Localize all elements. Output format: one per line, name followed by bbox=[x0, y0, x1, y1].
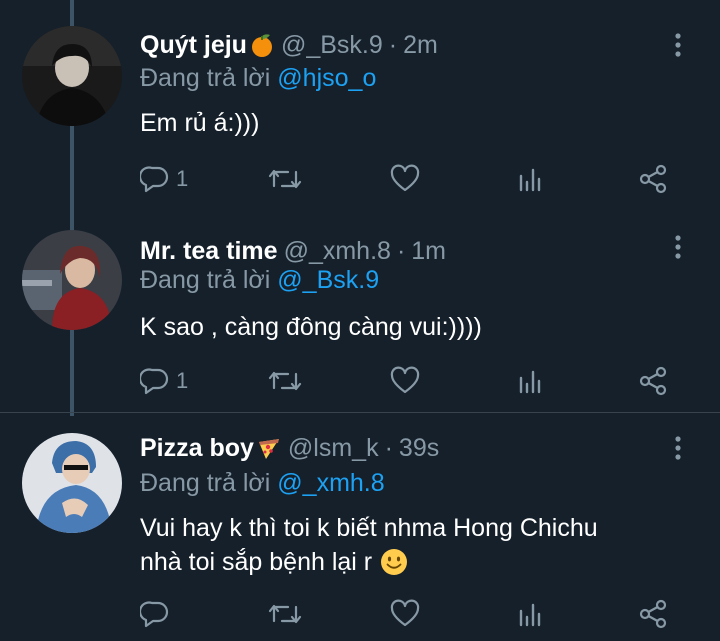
reply-button[interactable]: 1 bbox=[140, 364, 188, 398]
reply-button[interactable]: 1 bbox=[140, 162, 188, 196]
share-button[interactable] bbox=[638, 364, 668, 398]
tweet-header: Mr. tea time @_xmh.8 · 1m bbox=[140, 236, 446, 266]
more-options-icon[interactable] bbox=[668, 433, 688, 463]
avatar[interactable] bbox=[22, 433, 122, 533]
retweet-icon bbox=[268, 371, 302, 391]
reply-button[interactable] bbox=[140, 597, 176, 631]
tweet-actions bbox=[140, 597, 680, 631]
smiling-face-emoji bbox=[380, 548, 408, 576]
analytics-icon bbox=[519, 370, 541, 394]
tweet-text-line: Vui hay k thì toi k biết nhma Hong Chich… bbox=[140, 514, 598, 542]
separator-dot: · bbox=[396, 236, 406, 265]
analytics-button[interactable] bbox=[516, 162, 546, 196]
tweet-actions: 1 bbox=[140, 162, 680, 196]
retweet-button[interactable] bbox=[268, 162, 302, 196]
display-name[interactable]: Pizza boy bbox=[140, 434, 254, 463]
tangerine-emoji bbox=[249, 32, 275, 58]
retweet-icon bbox=[268, 169, 302, 189]
username[interactable]: @_Bsk.9 bbox=[281, 31, 383, 60]
separator-dot: · bbox=[384, 433, 393, 462]
tweet-text-fragment: nhà toi sắp bệnh lại r bbox=[140, 548, 373, 576]
like-button[interactable] bbox=[390, 364, 420, 398]
tweet-header: Quýt jeju @_Bsk.9 · 2m bbox=[140, 30, 438, 60]
analytics-icon bbox=[519, 603, 541, 627]
tweet[interactable]: Pizza boy @lsm_k · 39s Đang trả lời @_xm… bbox=[0, 412, 720, 641]
tweet-actions: 1 bbox=[140, 364, 680, 398]
share-button[interactable] bbox=[638, 162, 668, 196]
username[interactable]: @lsm_k bbox=[288, 434, 379, 463]
share-icon bbox=[639, 366, 667, 396]
display-name[interactable]: Mr. tea time bbox=[140, 237, 278, 266]
share-button[interactable] bbox=[638, 597, 668, 631]
mention-link[interactable]: @hjso_o bbox=[277, 64, 376, 92]
tweet-header: Pizza boy @lsm_k · 39s bbox=[140, 433, 439, 463]
analytics-icon bbox=[519, 168, 541, 192]
like-button[interactable] bbox=[390, 162, 420, 196]
timestamp[interactable]: 39s bbox=[399, 434, 439, 463]
retweet-button[interactable] bbox=[268, 364, 302, 398]
share-icon bbox=[639, 164, 667, 194]
mention-link[interactable]: @_xmh.8 bbox=[277, 469, 384, 497]
avatar[interactable] bbox=[22, 230, 122, 330]
like-button[interactable] bbox=[390, 597, 420, 631]
reply-thread: Quýt jeju @_Bsk.9 · 2m Đang trả lời @hjs… bbox=[0, 0, 720, 641]
retweet-button[interactable] bbox=[268, 597, 302, 631]
timestamp[interactable]: 1m bbox=[411, 237, 446, 266]
reply-count: 1 bbox=[176, 368, 189, 393]
avatar[interactable] bbox=[22, 26, 122, 126]
pizza-emoji bbox=[256, 435, 282, 461]
more-options-icon[interactable] bbox=[668, 30, 688, 60]
tweet-text: Vui hay k thì toi k biết nhma Hong Chich… bbox=[140, 511, 700, 579]
replying-to-label: Đang trả lời bbox=[140, 469, 271, 497]
tweet-text: K sao , càng đông càng vui:)))) bbox=[140, 313, 482, 341]
username[interactable]: @_xmh.8 bbox=[284, 237, 391, 266]
more-options-icon[interactable] bbox=[668, 232, 688, 262]
heart-icon bbox=[390, 164, 420, 192]
replying-to-line: Đang trả lời @_xmh.8 bbox=[140, 469, 385, 498]
reply-count: 1 bbox=[176, 166, 189, 191]
mention-link[interactable]: @_Bsk.9 bbox=[277, 266, 379, 294]
reply-icon bbox=[140, 166, 169, 193]
replying-to-line: Đang trả lời @hjso_o bbox=[140, 64, 376, 93]
tweet-text-line: nhà toi sắp bệnh lại r bbox=[140, 545, 700, 579]
share-icon bbox=[639, 599, 667, 629]
reply-icon bbox=[140, 601, 169, 628]
timestamp[interactable]: 2m bbox=[403, 31, 438, 60]
analytics-button[interactable] bbox=[516, 364, 546, 398]
replying-to-label: Đang trả lời bbox=[140, 266, 271, 294]
separator-dot: · bbox=[388, 30, 398, 59]
tweet[interactable]: Mr. tea time @_xmh.8 · 1m Đang trả lời @… bbox=[0, 206, 720, 412]
reply-icon bbox=[140, 368, 169, 395]
replying-to-line: Đang trả lời @_Bsk.9 bbox=[140, 266, 379, 295]
heart-icon bbox=[390, 366, 420, 394]
analytics-button[interactable] bbox=[516, 597, 546, 631]
display-name[interactable]: Quýt jeju bbox=[140, 31, 247, 60]
tweet[interactable]: Quýt jeju @_Bsk.9 · 2m Đang trả lời @hjs… bbox=[0, 0, 720, 206]
tweet-text: Em rủ á:))) bbox=[140, 109, 260, 137]
heart-icon bbox=[390, 599, 420, 627]
replying-to-label: Đang trả lời bbox=[140, 64, 271, 92]
retweet-icon bbox=[268, 604, 302, 624]
